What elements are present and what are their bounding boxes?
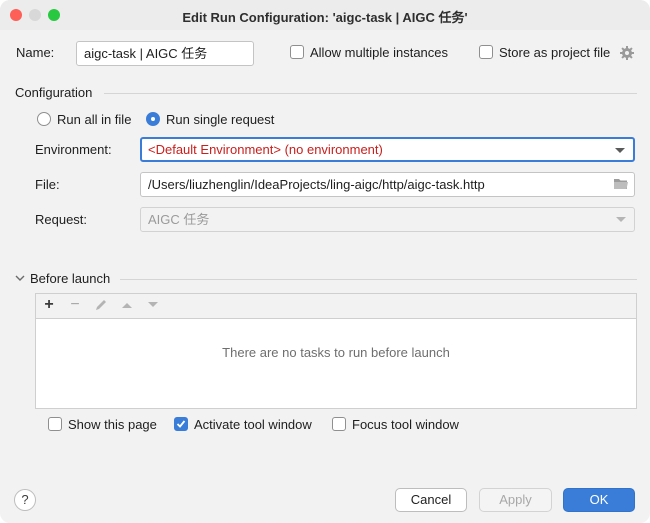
configuration-separator xyxy=(104,93,637,94)
chevron-down-icon xyxy=(616,217,626,222)
request-label: Request: xyxy=(35,212,88,227)
edit-icon[interactable] xyxy=(91,295,111,315)
file-label: File: xyxy=(35,177,60,192)
focus-tool-checkbox[interactable] xyxy=(332,417,346,431)
file-input[interactable]: /Users/liuzhenglin/IdeaProjects/ling-aig… xyxy=(140,172,635,197)
title-bar: Edit Run Configuration: 'aigc-task | AIG… xyxy=(0,0,650,30)
name-input[interactable]: aigc-task | AIGC 任务 xyxy=(76,41,254,66)
cancel-button[interactable]: Cancel xyxy=(395,488,467,512)
empty-tasks-message: There are no tasks to run before launch xyxy=(222,345,450,360)
environment-value: <Default Environment> (no environment) xyxy=(148,142,383,157)
request-select[interactable]: AIGC 任务 xyxy=(140,207,635,232)
show-page-checkbox[interactable] xyxy=(48,417,62,431)
plus-icon[interactable]: + xyxy=(39,295,59,315)
environment-select[interactable]: <Default Environment> (no environment) xyxy=(140,137,635,162)
configuration-heading: Configuration xyxy=(15,85,93,100)
window-title: Edit Run Configuration: 'aigc-task | AIG… xyxy=(182,10,468,25)
activate-tool-label[interactable]: Activate tool window xyxy=(194,417,312,432)
collapse-chevron-icon[interactable] xyxy=(14,272,26,284)
store-project-checkbox[interactable] xyxy=(479,45,493,59)
gear-icon[interactable] xyxy=(619,45,635,61)
before-launch-heading[interactable]: Before launch xyxy=(30,271,110,286)
name-label: Name: xyxy=(16,45,55,60)
environment-label: Environment: xyxy=(35,142,112,157)
run-single-radio[interactable] xyxy=(146,112,160,126)
file-path-value: /Users/liuzhenglin/IdeaProjects/ling-aig… xyxy=(148,177,485,192)
ok-button[interactable]: OK xyxy=(563,488,635,512)
allow-multiple-checkbox[interactable] xyxy=(290,45,304,59)
run-single-label[interactable]: Run single request xyxy=(166,112,274,127)
chevron-down-icon xyxy=(615,148,625,153)
apply-button[interactable]: Apply xyxy=(479,488,552,512)
before-launch-toolbar: + − xyxy=(36,294,636,319)
help-button[interactable]: ? xyxy=(14,489,36,511)
focus-tool-label[interactable]: Focus tool window xyxy=(352,417,459,432)
minus-icon[interactable]: − xyxy=(65,295,85,315)
checkmark-icon xyxy=(176,420,186,428)
run-all-label[interactable]: Run all in file xyxy=(57,112,131,127)
request-value: AIGC 任务 xyxy=(148,212,210,227)
store-project-label[interactable]: Store as project file xyxy=(499,45,610,60)
dialog-window: Edit Run Configuration: 'aigc-task | AIG… xyxy=(0,0,650,523)
before-launch-panel: + − There are no tasks to run before lau… xyxy=(35,293,637,409)
activate-tool-checkbox[interactable] xyxy=(174,417,188,431)
move-down-icon[interactable] xyxy=(143,295,163,315)
allow-multiple-label[interactable]: Allow multiple instances xyxy=(310,45,448,60)
folder-icon[interactable] xyxy=(613,177,629,191)
run-all-radio[interactable] xyxy=(37,112,51,126)
show-page-label[interactable]: Show this page xyxy=(68,417,157,432)
before-launch-separator xyxy=(120,279,637,280)
move-up-icon[interactable] xyxy=(117,295,137,315)
